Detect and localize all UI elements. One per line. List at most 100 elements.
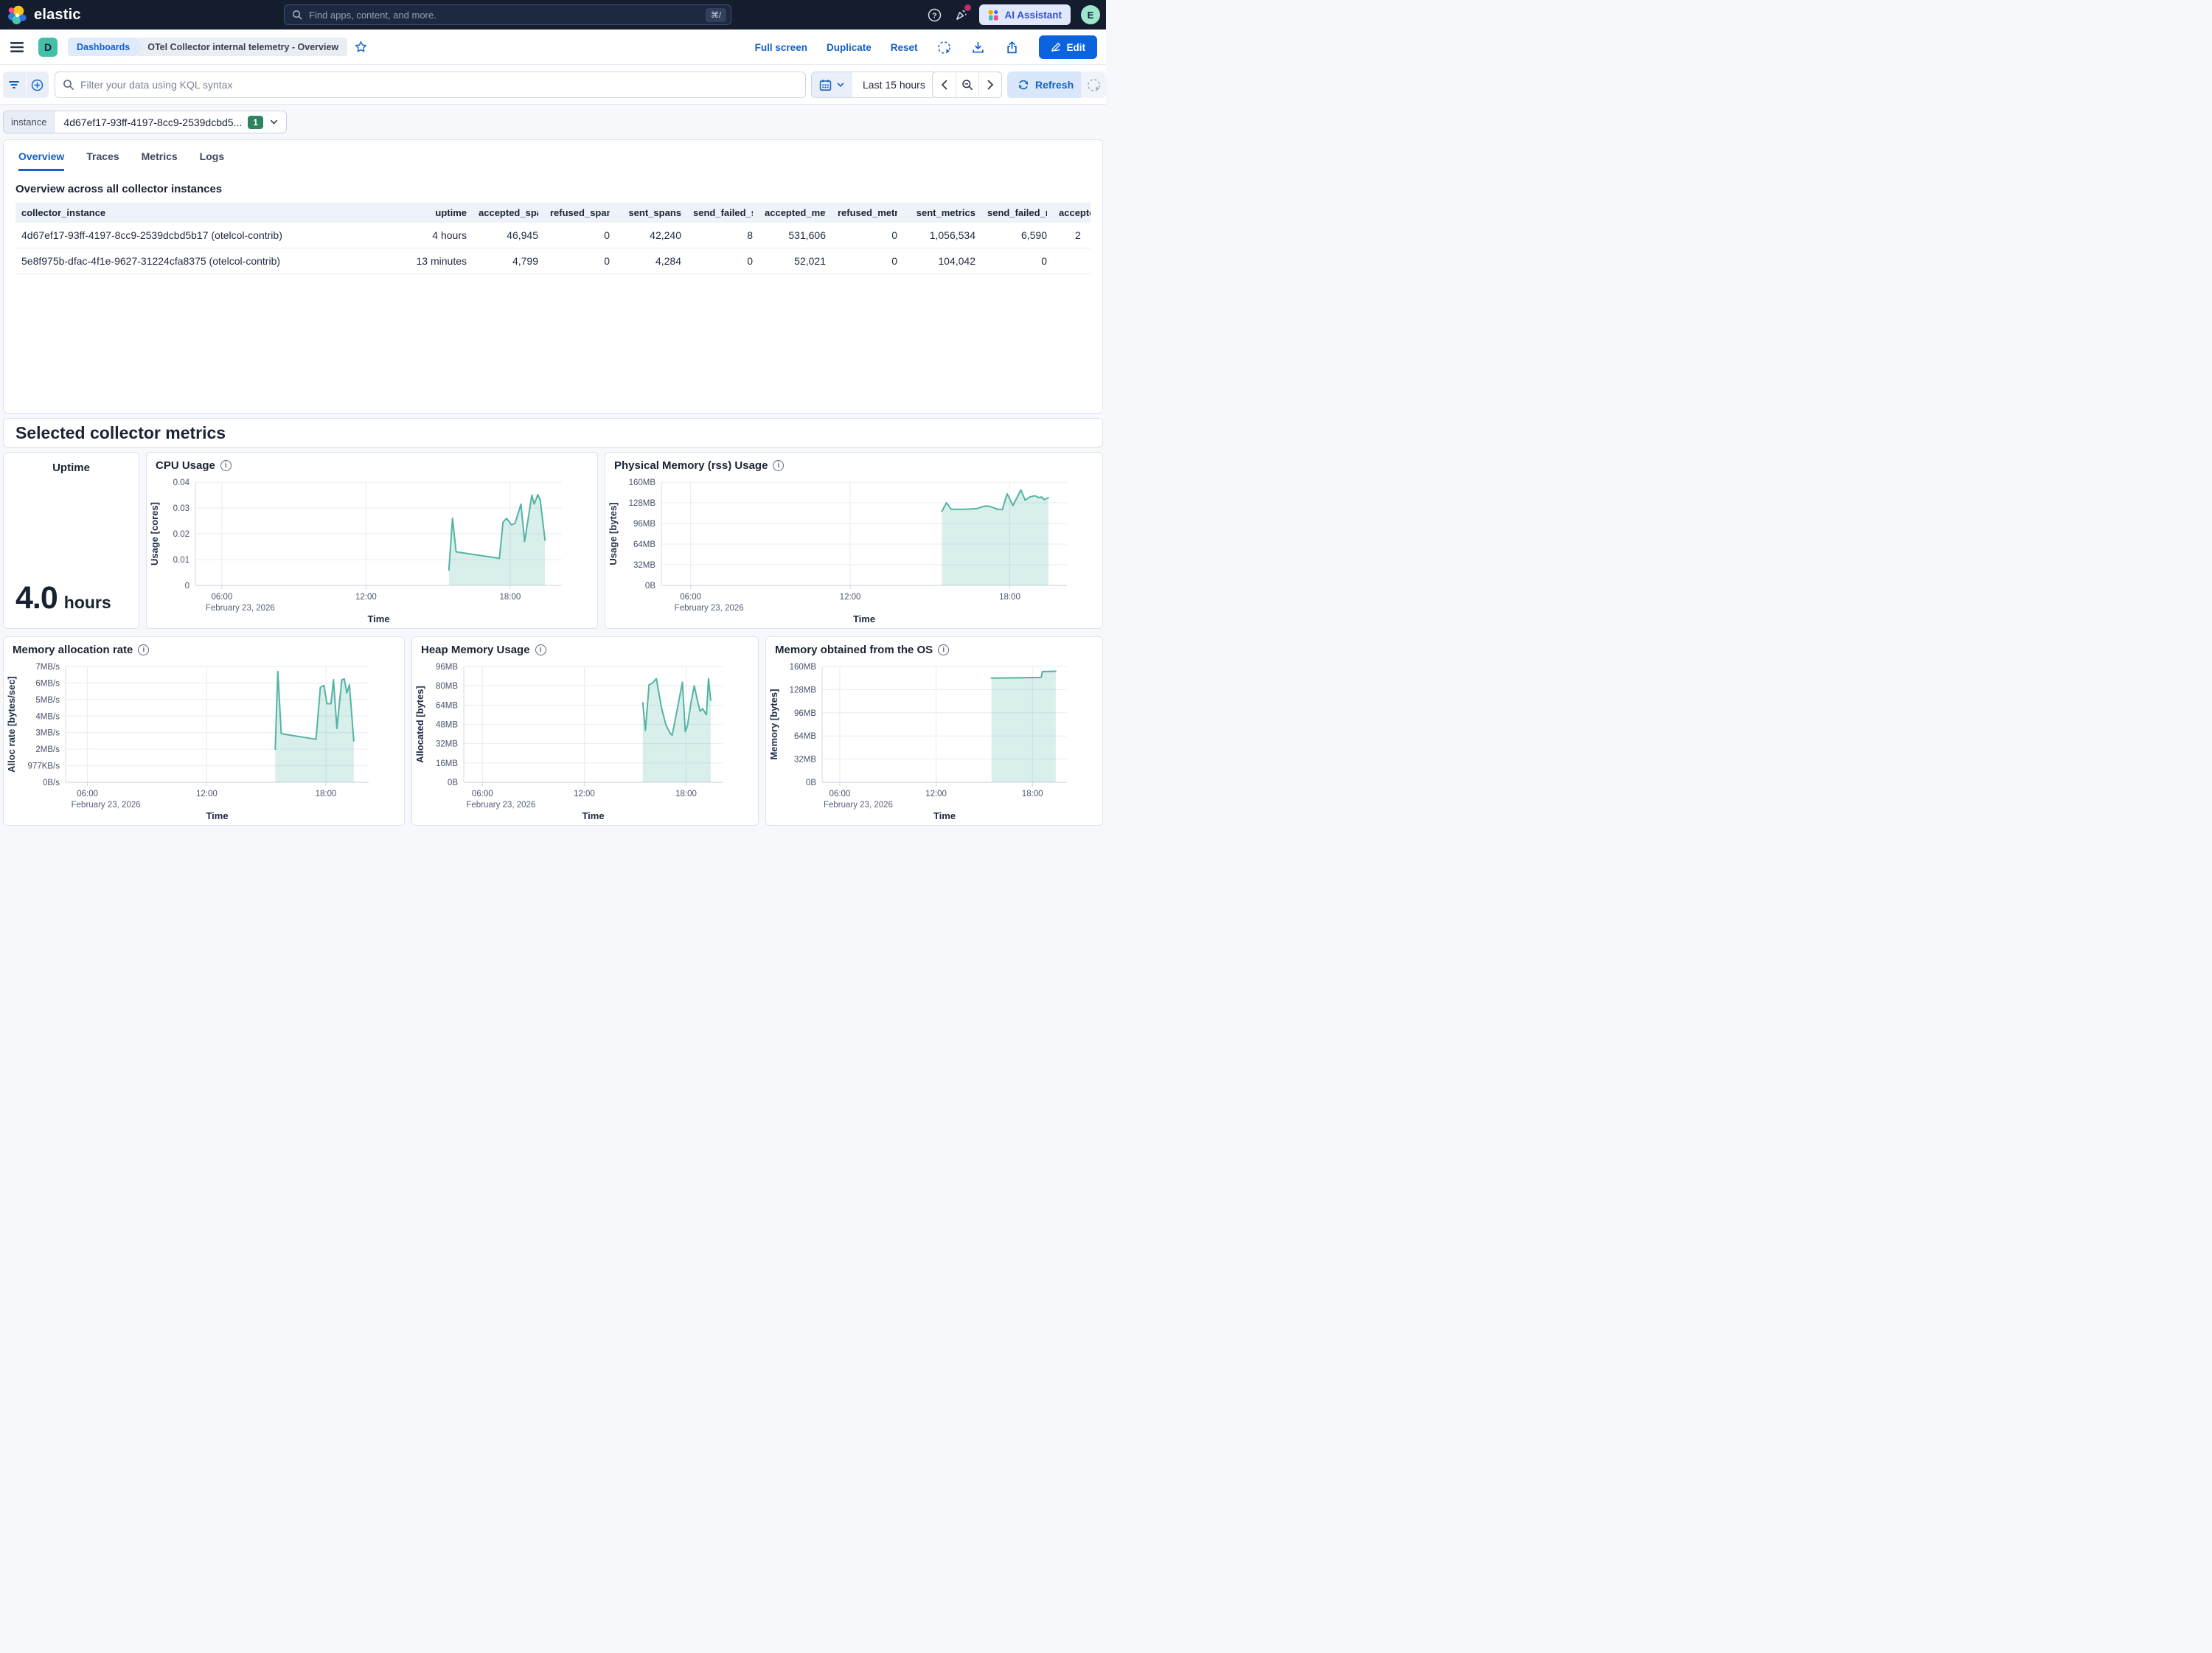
table-cell: 8: [687, 223, 759, 248]
column-header[interactable]: accepted_spans: [473, 203, 544, 223]
svg-text:4MB/s: 4MB/s: [35, 712, 60, 721]
table-body: 4d67ef17-93ff-4197-8cc9-2539dcbd5b17 (ot…: [15, 223, 1091, 274]
favorite-star-icon[interactable]: [355, 41, 367, 53]
schedule-refresh-icon[interactable]: [1081, 72, 1106, 98]
table-cell: 13 minutes: [406, 248, 473, 274]
tab-metrics[interactable]: Metrics: [142, 150, 178, 171]
svg-text:12:00: 12:00: [355, 593, 377, 602]
filter-menu-icon[interactable]: [3, 72, 26, 98]
uptime-value: 4.0 hours: [15, 580, 111, 616]
uptime-panel[interactable]: Uptime 4.0 hours: [3, 452, 139, 629]
table-cell: 52,021: [759, 248, 832, 274]
svg-text:Time: Time: [933, 810, 956, 821]
svg-text:06:00: 06:00: [680, 593, 701, 602]
column-header[interactable]: refused_metric_points: [832, 203, 903, 223]
breadcrumb-dashboards[interactable]: Dashboards: [68, 38, 142, 56]
cpu-usage-chart[interactable]: CPU Usagei 00.010.020.030.0406:0012:0018…: [146, 452, 598, 629]
tab-logs[interactable]: Logs: [200, 150, 224, 171]
full-screen-link[interactable]: Full screen: [755, 42, 807, 53]
table-cell: 0: [687, 248, 759, 274]
info-icon[interactable]: i: [773, 460, 784, 471]
page-title: OTel Collector internal telemetry - Over…: [137, 38, 347, 56]
column-header[interactable]: refused_spans: [544, 203, 616, 223]
refresh-button[interactable]: Refresh: [1007, 72, 1084, 98]
svg-text:48MB: 48MB: [436, 721, 458, 730]
svg-text:96MB: 96MB: [436, 663, 458, 672]
svg-text:Usage [cores]: Usage [cores]: [149, 502, 160, 566]
add-filter-icon[interactable]: [26, 72, 49, 98]
ai-assistant-button[interactable]: AI Assistant: [979, 4, 1071, 25]
column-header[interactable]: uptime: [406, 203, 473, 223]
svg-text:18:00: 18:00: [316, 790, 337, 798]
news-feed-icon[interactable]: [953, 7, 969, 23]
duplicate-link[interactable]: Duplicate: [827, 42, 872, 53]
time-range-value[interactable]: Last 15 hours: [852, 72, 936, 97]
svg-text:12:00: 12:00: [925, 790, 947, 798]
scheduled-reports-icon[interactable]: [937, 40, 952, 55]
column-header[interactable]: sent_spans: [616, 203, 687, 223]
svg-text:12:00: 12:00: [840, 593, 861, 602]
edit-button[interactable]: Edit: [1039, 35, 1098, 59]
global-search-input[interactable]: Find apps, content, and more. ⌘/: [284, 4, 731, 25]
chevron-down-icon: [263, 117, 286, 127]
instance-filter[interactable]: instance 4d67ef17-93ff-4197-8cc9-2539dcb…: [3, 111, 287, 133]
tab-traces[interactable]: Traces: [86, 150, 119, 171]
zoom-out-icon[interactable]: [956, 72, 978, 97]
ai-assistant-icon: [988, 10, 999, 21]
column-header[interactable]: send_failed_metric_points: [981, 203, 1053, 223]
time-prev-icon[interactable]: [933, 72, 956, 97]
heap-memory-chart[interactable]: Heap Memory Usagei 0B16MB32MB48MB64MB80M…: [411, 636, 759, 826]
tab-overview[interactable]: Overview: [18, 150, 64, 171]
calendar-dropdown[interactable]: [812, 72, 852, 97]
edit-button-label: Edit: [1067, 42, 1086, 53]
svg-text:0B: 0B: [448, 779, 458, 787]
svg-text:06:00: 06:00: [472, 790, 493, 798]
svg-text:February 23, 2026: February 23, 2026: [675, 604, 744, 613]
chevron-down-icon: [836, 80, 845, 89]
kql-placeholder: Filter your data using KQL syntax: [80, 79, 232, 91]
svg-text:February 23, 2026: February 23, 2026: [824, 801, 893, 810]
memory-allocation-rate-chart[interactable]: Memory allocation ratei 0B/s977KB/s2MB/s…: [3, 636, 405, 826]
column-header[interactable]: collector_instance: [15, 203, 406, 223]
kql-search-input[interactable]: Filter your data using KQL syntax: [55, 72, 806, 98]
info-icon[interactable]: i: [138, 644, 149, 655]
column-header[interactable]: accepted_log_records: [1053, 203, 1091, 223]
physical-memory-chart[interactable]: Physical Memory (rss) Usagei 0B32MB64MB9…: [605, 452, 1103, 629]
overview-panel: OverviewTracesMetricsLogs Overview acros…: [3, 139, 1103, 414]
table-row[interactable]: 5e8f975b-dfac-4f1e-9627-31224cfa8375 (ot…: [15, 248, 1091, 274]
info-icon[interactable]: i: [535, 644, 546, 655]
svg-text:Time: Time: [367, 613, 389, 624]
help-icon[interactable]: ?: [926, 7, 942, 23]
column-header[interactable]: send_failed_spans: [687, 203, 759, 223]
column-header[interactable]: sent_metrics: [903, 203, 981, 223]
table-cell: 0: [981, 248, 1053, 274]
svg-text:32MB: 32MB: [794, 756, 816, 765]
chart-title-label: Physical Memory (rss) Usage: [614, 459, 768, 472]
download-icon[interactable]: [971, 40, 986, 55]
svg-text:0B/s: 0B/s: [43, 779, 60, 787]
table-cell: [1053, 248, 1091, 274]
reset-link[interactable]: Reset: [891, 42, 918, 53]
search-shortcut-badge: ⌘/: [706, 8, 726, 22]
table-row[interactable]: 4d67ef17-93ff-4197-8cc9-2539dcbd5b17 (ot…: [15, 223, 1091, 248]
elastic-logo[interactable]: elastic: [7, 5, 81, 25]
time-next-icon[interactable]: [978, 72, 1001, 97]
svg-text:Alloc rate [bytes/sec]: Alloc rate [bytes/sec]: [6, 676, 17, 773]
info-icon[interactable]: i: [938, 644, 949, 655]
uptime-number: 4.0: [15, 580, 58, 616]
svg-text:18:00: 18:00: [675, 790, 697, 798]
menu-icon[interactable]: [9, 39, 25, 55]
svg-text:18:00: 18:00: [999, 593, 1020, 602]
column-header[interactable]: accepted_metric_points: [759, 203, 832, 223]
svg-text:160MB: 160MB: [629, 478, 656, 487]
dashboard-app-badge[interactable]: D: [38, 38, 58, 57]
share-icon[interactable]: [1005, 40, 1020, 55]
table-cell: 6,590: [981, 223, 1053, 248]
os-memory-chart[interactable]: Memory obtained from the OSi 0B32MB64MB9…: [765, 636, 1103, 826]
collector-table: collector_instanceuptimeaccepted_spansre…: [15, 203, 1091, 274]
info-icon[interactable]: i: [220, 460, 232, 471]
chart-plot-area: 00.010.020.030.0406:0012:0018:00February…: [147, 472, 597, 628]
table-cell: 531,606: [759, 223, 832, 248]
uptime-unit: hours: [64, 593, 111, 613]
avatar[interactable]: E: [1081, 5, 1100, 24]
